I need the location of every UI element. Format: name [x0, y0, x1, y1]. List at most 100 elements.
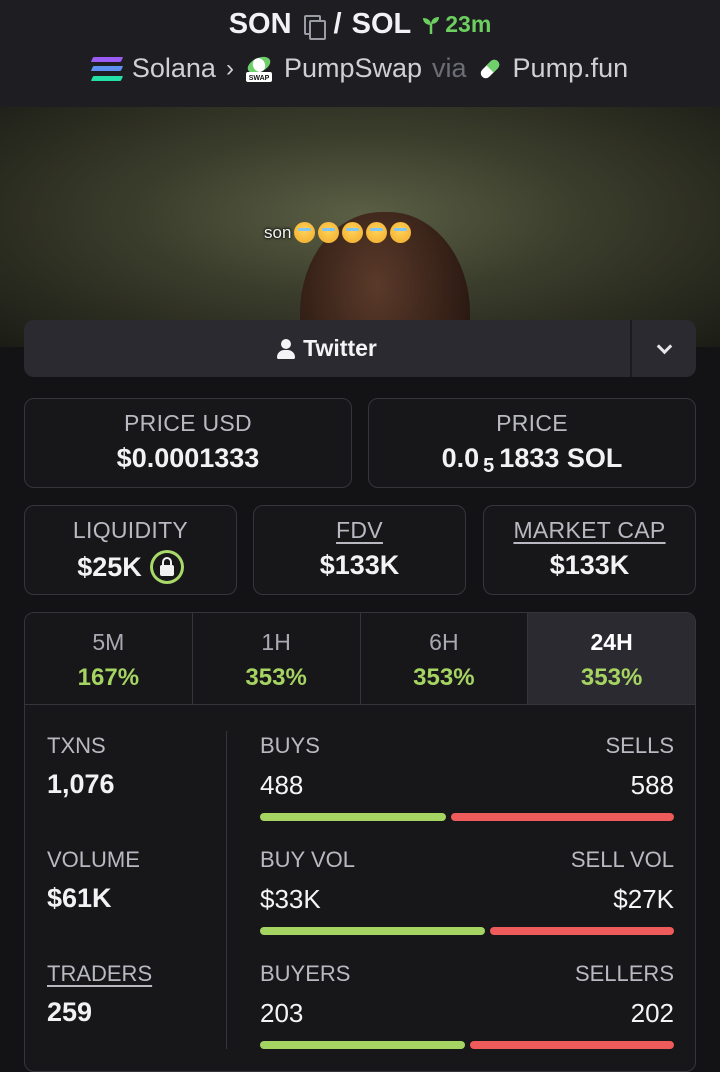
volume-split-labels: BUY VOL SELL VOL [260, 847, 674, 873]
crying-emoji-icon [318, 222, 340, 243]
txns-label: TXNS [47, 733, 106, 758]
traders-value: 259 [47, 997, 93, 1027]
market-cap-value: $133K [549, 550, 630, 580]
tab-label: 1H [261, 629, 291, 655]
twitter-button[interactable]: Twitter [24, 320, 630, 377]
buys-sells-values: 488 588 [260, 770, 674, 801]
sellers-label: SELLERS [574, 961, 674, 986]
volume-label: VOLUME [47, 847, 140, 872]
price-usd-card: PRICE USD $0.0001333 [24, 398, 352, 488]
tab-change: 353% [245, 664, 307, 691]
launchpad-link[interactable]: Pump.fun [513, 53, 629, 84]
price-native-suffix: 1833 SOL [499, 443, 623, 473]
tab-change: 353% [413, 664, 475, 691]
price-native-card: PRICE 0.0 5 1833 SOL [368, 398, 696, 488]
tab-24h[interactable]: 24H 353% [528, 613, 695, 704]
token-banner-image: son [0, 107, 720, 347]
lock-icon[interactable] [149, 550, 184, 584]
volume-split-stat: BUY VOL SELL VOL $33K $27K [260, 847, 674, 935]
quote-symbol: SOL [351, 8, 412, 40]
svg-text:SWAP: SWAP [249, 75, 270, 82]
traders-label[interactable]: TRADERS [47, 961, 152, 987]
base-symbol: SON [228, 8, 292, 40]
sellers-value: 202 [630, 998, 674, 1028]
tab-5m[interactable]: 5M 167% [25, 613, 193, 704]
traders-split-values: 203 202 [260, 998, 674, 1029]
buys-sells-bar [260, 813, 674, 821]
price-native-zero-count: 5 [483, 455, 495, 477]
market-cap-label[interactable]: MARKET CAP [484, 517, 695, 544]
crying-emoji-icon [342, 222, 364, 243]
tab-1h[interactable]: 1H 353% [192, 613, 361, 704]
volume-split-bar [260, 927, 674, 935]
dex-link[interactable]: PumpSwap [284, 53, 422, 84]
buyers-bar-fill [260, 1041, 465, 1049]
market-cap-card: MARKET CAP $133K [483, 505, 696, 595]
sells-bar-fill [450, 813, 674, 821]
liquidity-row: $25K [25, 550, 236, 584]
traders-split-stat: BUYERS SELLERS 203 202 [260, 961, 674, 1049]
buyers-value: 203 [260, 998, 304, 1028]
fdv-card: FDV $133K [253, 505, 466, 595]
sells-value: 588 [630, 770, 674, 800]
traders-split-bar [260, 1041, 674, 1049]
buys-sells-labels: BUYS SELLS [260, 733, 674, 759]
twitter-label: Twitter [303, 335, 377, 361]
buy-vol-label: BUY VOL [260, 847, 355, 872]
crying-emoji-icon [366, 222, 388, 243]
buys-sells-stat: BUYS SELLS 488 588 [260, 733, 674, 821]
copy-icon[interactable] [302, 13, 326, 40]
tab-label: 5M [92, 629, 125, 655]
tab-change: 353% [580, 664, 643, 691]
liquidity-value: $25K [77, 551, 142, 582]
buys-bar-fill [260, 813, 446, 821]
price-usd-value: $0.0001333 [116, 443, 260, 473]
pair-title: SON / SOL 23m [0, 0, 720, 41]
crying-emoji-icon [390, 222, 412, 243]
fdv-value: $133K [319, 550, 400, 580]
metrics-grid: TXNS 1,076 VOLUME $61K TRADERS 259 BUYS … [25, 705, 695, 1065]
sells-label: SELLS [605, 733, 675, 758]
sell-vol-label: SELL VOL [570, 847, 674, 872]
sellers-bar-fill [469, 1041, 674, 1049]
pair-header: SON / SOL 23m Solana › SWAP PumpSwap via [0, 0, 720, 107]
sell-vol-value: $27K [613, 884, 674, 914]
buyers-label: BUYERS [260, 961, 351, 986]
pair-age: 23m [421, 11, 491, 38]
liquidity-card: LIQUIDITY $25K [24, 505, 237, 595]
traders-stat: TRADERS 259 [47, 961, 152, 1028]
crying-emoji-icon [294, 222, 316, 243]
age-value: 23m [445, 11, 492, 37]
price-usd-label: PRICE USD [124, 410, 252, 436]
buy-vol-value: $33K [260, 884, 321, 914]
txns-value: 1,076 [47, 769, 115, 799]
tab-label: 6H [429, 629, 459, 655]
fdv-label[interactable]: FDV [254, 517, 465, 544]
chevron-down-icon [656, 338, 672, 354]
pair-separator: / [333, 8, 342, 40]
stats-panel: 5M 167% 1H 353% 6H 353% 24H 353% TXNS 1,… [24, 612, 696, 1072]
tab-6h[interactable]: 6H 353% [360, 613, 529, 704]
tab-label: 24H [590, 629, 633, 655]
pill-icon [480, 59, 499, 78]
volume-split-values: $33K $27K [260, 884, 674, 915]
txns-stat: TXNS 1,076 [47, 733, 115, 800]
price-native-prefix: 0.0 [441, 443, 480, 473]
solana-icon [90, 56, 124, 81]
traders-split-labels: BUYERS SELLERS [260, 961, 674, 987]
tab-change: 167% [77, 664, 140, 691]
banner-caption-text: son [264, 222, 292, 242]
volume-value: $61K [47, 883, 112, 913]
more-links-dropdown[interactable] [630, 320, 696, 377]
buy-vol-bar-fill [260, 927, 485, 935]
chain-link[interactable]: Solana [132, 53, 216, 84]
buys-label: BUYS [260, 733, 320, 758]
breadcrumb: Solana › SWAP PumpSwap via Pump.fun [0, 53, 720, 84]
price-native-value: 0.0 5 1833 SOL [369, 443, 695, 477]
liquidity-label: LIQUIDITY [72, 517, 189, 543]
buys-value: 488 [260, 770, 304, 800]
metrics-divider [226, 731, 227, 1049]
price-native-label: PRICE [496, 410, 568, 436]
volume-stat: VOLUME $61K [47, 847, 140, 914]
timeframe-tabs: 5M 167% 1H 353% 6H 353% 24H 353% [25, 613, 695, 705]
